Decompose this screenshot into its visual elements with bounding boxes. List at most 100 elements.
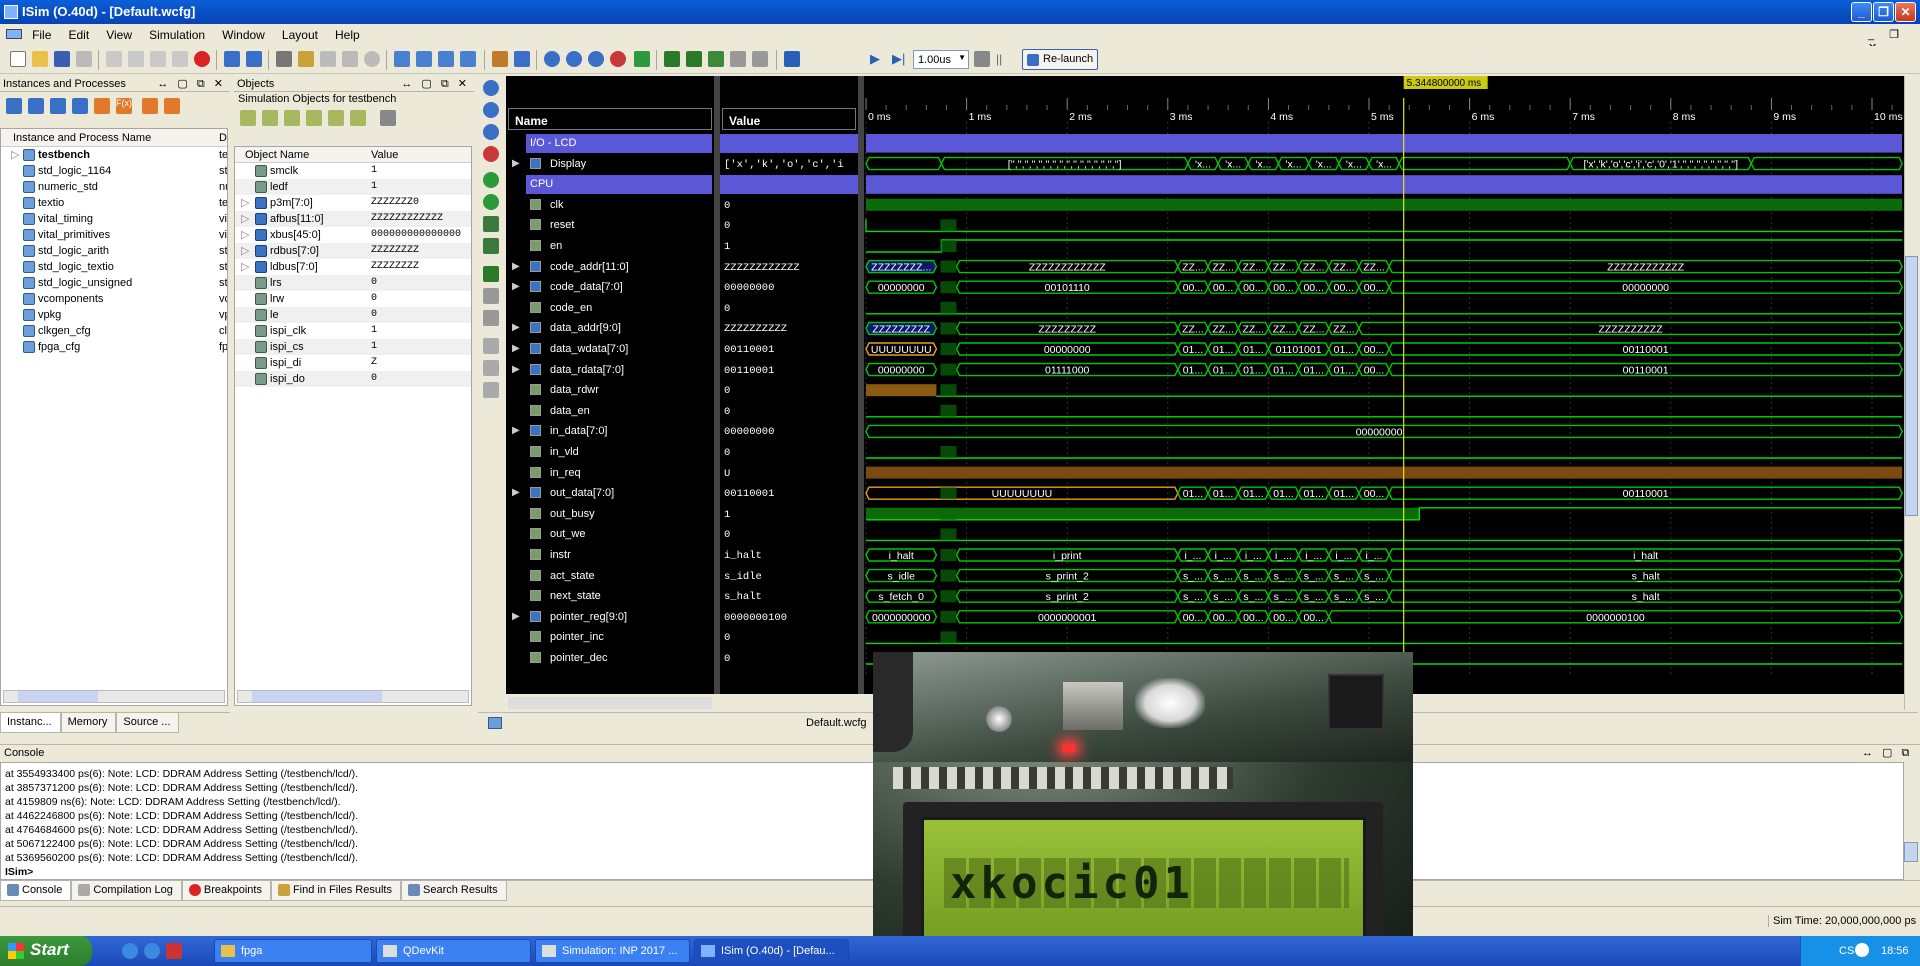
prev-marker-icon[interactable] xyxy=(730,51,746,67)
zoom-out-icon[interactable] xyxy=(566,51,582,67)
settings-icon[interactable] xyxy=(380,110,396,126)
tool-icon[interactable] xyxy=(6,98,22,114)
wave-signal-row[interactable]: next_state xyxy=(506,587,714,606)
wave-signal-row[interactable]: ▶ data_wdata[7:0] xyxy=(506,340,714,359)
expand-arrow-icon[interactable]: ▶ xyxy=(512,158,520,169)
add-marker-icon[interactable] xyxy=(483,266,499,282)
wave-signal-row[interactable]: ▶ code_data[7:0] xyxy=(506,278,714,297)
maximize-button[interactable]: ❐ xyxy=(1873,2,1894,22)
tab-memory[interactable]: Memory xyxy=(60,713,117,733)
tab-instances[interactable]: Instanc... xyxy=(0,713,61,733)
zoom-fit-icon[interactable] xyxy=(483,124,499,140)
name-column-header[interactable]: Name xyxy=(508,108,712,130)
open-folder-icon[interactable] xyxy=(32,51,48,67)
object-row[interactable]: ▷ ldbus[7:0] ZZZZZZZZ xyxy=(235,259,471,275)
menu-window[interactable]: Window xyxy=(215,24,272,42)
tool-icon[interactable] xyxy=(142,98,158,114)
object-row[interactable]: ▷ p3m[7:0] ZZZZZZZ0 xyxy=(235,195,471,211)
find-in-files-icon[interactable] xyxy=(298,51,314,67)
wave-signal-row[interactable]: en xyxy=(506,237,714,256)
menu-view[interactable]: View xyxy=(99,24,139,42)
expand-arrow-icon[interactable]: ▶ xyxy=(512,261,520,272)
instance-row[interactable]: std_logic_1164 st xyxy=(1,163,227,179)
filter-icon[interactable] xyxy=(328,110,344,126)
step-icon[interactable] xyxy=(664,51,680,67)
panel-controls[interactable]: ↔ ▢ ⧉ ✕ xyxy=(157,77,226,91)
next-transition-icon[interactable] xyxy=(483,238,499,254)
instance-row[interactable]: vital_primitives vi xyxy=(1,227,227,243)
window-icon[interactable] xyxy=(460,51,476,67)
task-qdevkit[interactable]: QDevKit xyxy=(376,939,531,963)
instance-row[interactable]: std_logic_unsigned st xyxy=(1,275,227,291)
arrow-down-icon[interactable] xyxy=(320,51,336,67)
menu-layout[interactable]: Layout xyxy=(275,24,325,42)
tool-icon[interactable] xyxy=(164,98,180,114)
instances-hscroll[interactable] xyxy=(3,690,225,703)
objects-hscroll[interactable] xyxy=(237,690,469,703)
minimize-button[interactable]: _ xyxy=(1851,2,1872,22)
swap-cursors-icon[interactable] xyxy=(483,338,499,354)
instance-row[interactable]: std_logic_arith st xyxy=(1,243,227,259)
zoom-in-icon[interactable] xyxy=(483,80,499,96)
undo-icon[interactable] xyxy=(224,51,240,67)
tab-find-in-files[interactable]: Find in Files Results xyxy=(270,881,401,901)
tool-icon[interactable] xyxy=(72,98,88,114)
quicklaunch-icon[interactable] xyxy=(144,943,160,959)
refresh-icon[interactable] xyxy=(634,51,650,67)
expand-arrow-icon[interactable]: ▶ xyxy=(512,611,520,622)
wave-signal-row[interactable]: ▶ code_addr[11:0] xyxy=(506,258,714,277)
object-row[interactable]: ▷ afbus[11:0] ZZZZZZZZZZZZ xyxy=(235,211,471,227)
object-row[interactable]: ispi_di Z xyxy=(235,355,471,371)
filter-icon[interactable] xyxy=(306,110,322,126)
filter-icon[interactable] xyxy=(240,110,256,126)
object-row[interactable]: le 0 xyxy=(235,307,471,323)
object-row[interactable]: ▷ rdbus[7:0] ZZZZZZZZ xyxy=(235,243,471,259)
wave-signal-row[interactable]: in_req xyxy=(506,464,714,483)
object-row[interactable]: ispi_clk 1 xyxy=(235,323,471,339)
zoom-in-icon[interactable] xyxy=(544,51,560,67)
instance-row[interactable]: std_logic_textio st xyxy=(1,259,227,275)
names-hscroll[interactable] xyxy=(508,697,712,709)
zoom-out-icon[interactable] xyxy=(483,102,499,118)
wave-signal-row[interactable]: code_en xyxy=(506,299,714,318)
instance-row[interactable]: ▷ testbench te xyxy=(1,147,227,163)
wave-signal-row[interactable]: instr xyxy=(506,546,714,565)
object-row[interactable]: lrs 0 xyxy=(235,275,471,291)
paste-icon[interactable] xyxy=(150,51,166,67)
quicklaunch-icon[interactable] xyxy=(166,943,182,959)
wave-signal-row[interactable]: out_we xyxy=(506,525,714,544)
function-icon[interactable]: F(x) xyxy=(116,98,132,114)
run-time-input[interactable]: 1.00us ▼ xyxy=(913,50,969,69)
expand-arrow-icon[interactable]: ▶ xyxy=(512,487,520,498)
properties-icon[interactable] xyxy=(492,51,508,67)
pause-icon[interactable]: || xyxy=(996,51,1012,67)
step-over-icon[interactable] xyxy=(974,51,990,67)
instance-row[interactable]: textio te xyxy=(1,195,227,211)
menu-help[interactable]: Help xyxy=(328,24,367,42)
go-start-icon[interactable] xyxy=(483,172,499,188)
instance-row[interactable]: vital_timing vi xyxy=(1,211,227,227)
next-marker-icon[interactable] xyxy=(483,310,499,326)
new-file-icon[interactable] xyxy=(10,51,26,67)
tool-icon[interactable] xyxy=(28,98,44,114)
stop-icon[interactable] xyxy=(194,51,210,67)
run-to-cursor-icon[interactable] xyxy=(686,51,702,67)
cascade-icon[interactable] xyxy=(394,51,410,67)
wave-signal-row[interactable]: ▶ out_data[7:0] xyxy=(506,484,714,503)
wave-signal-row[interactable]: ▶ pointer_reg[9:0] xyxy=(506,608,714,627)
find-icon[interactable] xyxy=(276,51,292,67)
menu-file[interactable]: File xyxy=(25,24,58,42)
start-button[interactable]: Start xyxy=(0,936,92,966)
console-vscroll[interactable] xyxy=(1904,762,1918,880)
go-end-icon[interactable] xyxy=(483,194,499,210)
menu-simulation[interactable]: Simulation xyxy=(142,24,212,42)
wave-signal-row[interactable]: data_rdwr xyxy=(506,381,714,400)
expand-arrow-icon[interactable]: ▶ xyxy=(512,281,520,292)
expand-arrow-icon[interactable]: ▶ xyxy=(512,364,520,375)
task-isim[interactable]: ISim (O.40d) - [Defau... xyxy=(694,939,849,963)
tray-icon[interactable] xyxy=(1855,943,1869,957)
expand-arrow-icon[interactable]: ▶ xyxy=(512,425,520,436)
restart-icon[interactable] xyxy=(784,51,800,67)
object-row[interactable]: ispi_cs 1 xyxy=(235,339,471,355)
wave-signal-row[interactable]: in_vld xyxy=(506,443,714,462)
